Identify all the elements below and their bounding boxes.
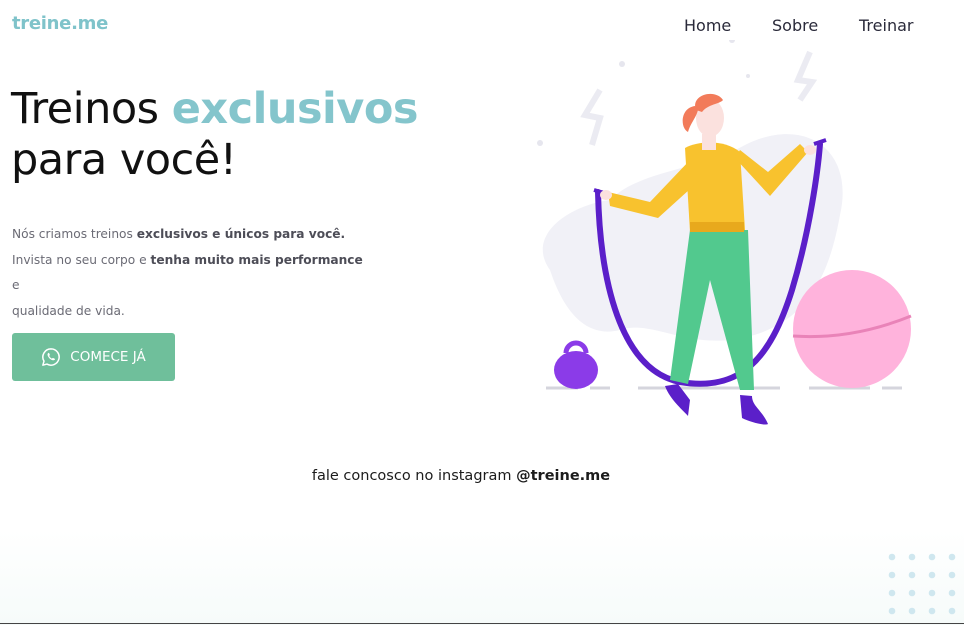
instagram-note: fale concosco no instagram @treine.me [0,468,922,484]
brand-logo[interactable]: treine.me [12,13,108,34]
hero-title: Treinos exclusivos para você! [11,84,418,186]
bottom-section [0,530,964,625]
hero-text-p2: Invista no seu corpo e [12,252,151,267]
decor-dot [746,74,750,78]
shoe-right [740,395,768,425]
main-nav: Home Sobre Treinar [684,16,913,35]
hero-text-p1-bold: exclusivos e únicos para você. [136,227,346,241]
instagram-text: fale concosco no instagram [311,468,517,484]
pilates-ball [793,270,911,388]
hand-left [600,190,612,200]
section-divider [0,623,964,624]
nav-home[interactable]: Home [684,16,772,35]
decor-dot [537,140,543,146]
comece-ja-button[interactable]: COMECE JÁ [12,333,175,381]
instagram-handle[interactable]: @treine.me [516,468,610,484]
jump-rope-illustration [537,40,912,425]
rope-handle-right [813,138,827,146]
hoodie [685,142,745,232]
lightning-left [580,88,604,146]
hero-title-plain: Treinos [11,84,172,134]
hero-description: Nós criamos treinos exclusivos e únicos … [12,222,372,324]
hoodie-band [690,222,744,232]
hero-title-accent: exclusivos [171,84,419,134]
hand-right [804,145,816,155]
decor-dot [729,40,735,43]
hero-text-p2-end: e [12,278,20,292]
kettlebell [554,351,598,389]
dot-grid-decoration [888,553,956,615]
decor-dot [619,61,625,67]
hero-title-line2: para você! [11,135,237,185]
lightning-right [793,50,818,102]
hero-text-p2-bold: tenha muito mais performance [150,252,363,267]
nav-sobre[interactable]: Sobre [772,16,859,35]
ponytail [682,106,698,132]
whatsapp-icon [42,348,61,366]
hero-text-p3: qualidade de vida. [12,303,125,318]
hero-text-p1: Nós criamos treinos [12,227,137,241]
nav-treinar[interactable]: Treinar [859,16,913,35]
comece-ja-label: COMECE JÁ [70,349,146,365]
